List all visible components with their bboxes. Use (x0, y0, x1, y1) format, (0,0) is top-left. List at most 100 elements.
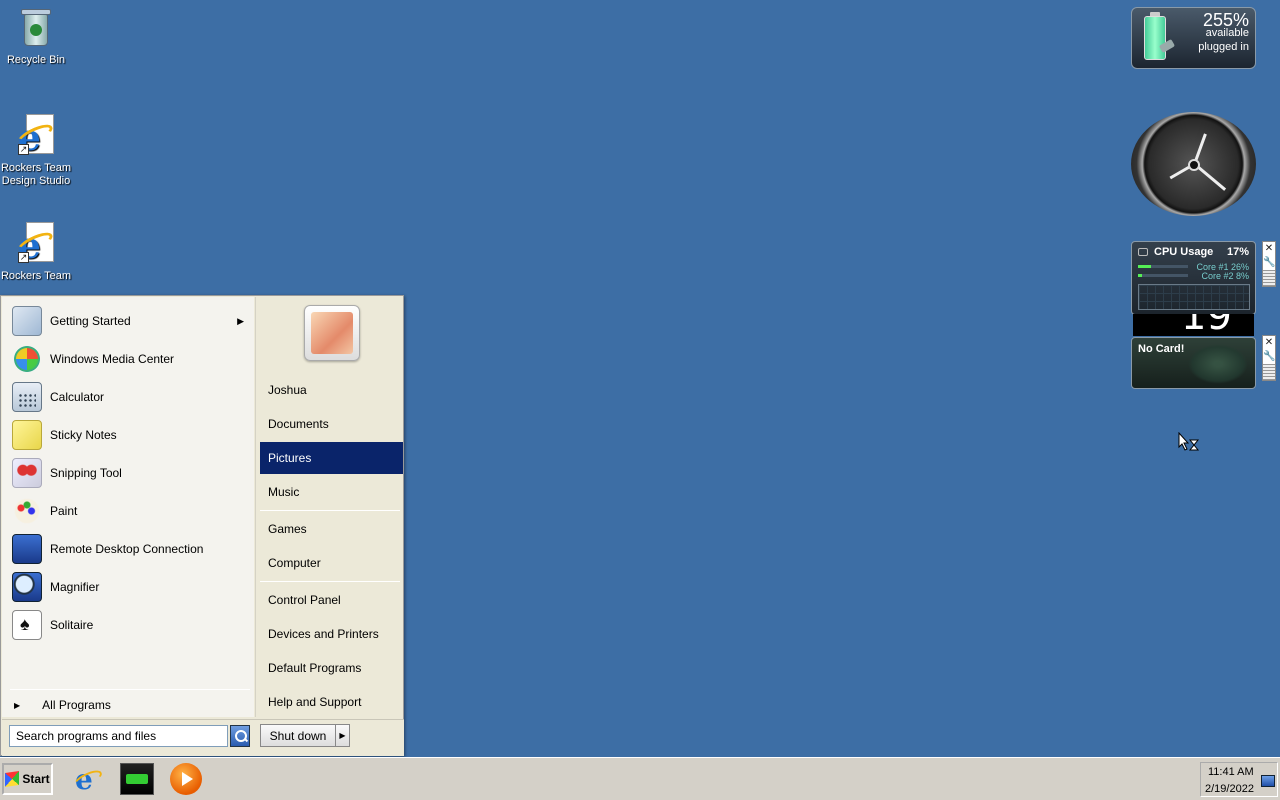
taskbar-internet-explorer[interactable]: e (71, 763, 105, 796)
remote-desktop-icon (12, 534, 42, 564)
start-menu-footer: Search programs and files Shut down ▶ (2, 719, 404, 756)
digit-gadget[interactable]: 19 (1133, 314, 1254, 336)
divider (260, 510, 400, 511)
cpu-title: CPU Usage (1154, 246, 1214, 258)
desktop-icon-label: Rockers Team (0, 270, 72, 282)
gpu-logo-icon (1188, 344, 1248, 384)
place-default-programs[interactable]: Default Programs (260, 652, 403, 684)
sticky-notes-icon (12, 420, 42, 450)
shutdown-button[interactable]: Shut down (260, 724, 336, 747)
gpu-status: No Card! (1138, 343, 1185, 355)
gpu-gadget[interactable]: No Card! (1131, 337, 1256, 389)
program-label: Magnifier (50, 580, 100, 594)
program-label: Calculator (50, 390, 105, 404)
taskbar: Start e 11:41 AM 2/19/2022 (0, 757, 1280, 800)
search-icon[interactable] (230, 725, 250, 747)
desktop-icon-rockers-team-design-studio[interactable]: e ↗ Rockers Team Design Studio (0, 114, 72, 188)
core2-usage: Core #2 8% (1201, 271, 1249, 281)
all-programs-label: All Programs (42, 698, 111, 712)
program-sticky-notes[interactable]: Sticky Notes (2, 416, 254, 454)
drag-handle[interactable] (1263, 364, 1275, 380)
core2-bar (1138, 274, 1188, 277)
program-solitaire[interactable]: Solitaire (2, 606, 254, 644)
cpu-usage-gadget[interactable]: CPU Usage 17% Core #1 26% Core #2 8% (1131, 241, 1256, 315)
desktop-icon-label: Recycle Bin (6, 54, 66, 66)
snipping-tool-icon (12, 458, 42, 488)
magnifier-icon (12, 572, 42, 602)
places-pane: Joshua Documents Pictures Music Games Co… (255, 297, 403, 717)
desktop-icon-rockers-team[interactable]: e ↗ Rockers Team (0, 222, 72, 283)
calculator-icon (12, 382, 42, 412)
divider (260, 581, 400, 582)
close-icon[interactable]: ✕ (1263, 336, 1275, 350)
place-user-folder[interactable]: Joshua (260, 374, 403, 406)
system-tray[interactable]: 11:41 AM 2/19/2022 (1200, 762, 1278, 797)
start-label: Start (22, 772, 50, 786)
place-music[interactable]: Music (260, 476, 403, 508)
battery-gadget[interactable]: 255% available plugged in (1131, 7, 1256, 69)
battery-available-label: available (1205, 27, 1249, 39)
clock-gadget[interactable] (1131, 112, 1256, 216)
program-label: Snipping Tool (50, 466, 122, 480)
place-games[interactable]: Games (260, 513, 403, 545)
start-menu: Getting Started ▶ Windows Media Center C… (0, 295, 404, 756)
battery-icon (1144, 16, 1166, 60)
gpu-gadget-controls: ✕ 🔧 (1262, 335, 1276, 381)
clock-hub (1188, 159, 1200, 171)
tray-time: 11:41 AM (1208, 766, 1254, 778)
program-label: Windows Media Center (50, 352, 175, 366)
solitaire-icon (12, 610, 42, 640)
network-icon[interactable] (1261, 775, 1275, 787)
cpu-chip-icon (1138, 248, 1148, 256)
digit-text: 19 (1181, 314, 1232, 336)
user-avatar[interactable] (304, 305, 360, 361)
program-snipping-tool[interactable]: Snipping Tool (2, 454, 254, 492)
windows-media-center-icon (12, 344, 42, 374)
paint-icon (12, 496, 42, 526)
place-control-panel[interactable]: Control Panel (260, 584, 403, 616)
recycle-bin-icon (16, 6, 56, 50)
program-calculator[interactable]: Calculator (2, 378, 254, 416)
desktop-icon-label: Rockers Team Design Studio (0, 162, 72, 187)
divider (10, 689, 250, 690)
taskbar-media-player-icon[interactable] (170, 763, 202, 795)
program-remote-desktop[interactable]: Remote Desktop Connection (2, 530, 254, 568)
place-devices-and-printers[interactable]: Devices and Printers (260, 618, 403, 650)
program-label: Solitaire (50, 618, 94, 632)
programs-pane: Getting Started ▶ Windows Media Center C… (2, 297, 254, 717)
program-getting-started[interactable]: Getting Started ▶ (2, 302, 254, 340)
program-label: Getting Started (50, 314, 131, 328)
drag-handle[interactable] (1263, 270, 1275, 286)
core1-bar (1138, 265, 1188, 268)
close-icon[interactable]: ✕ (1263, 242, 1275, 256)
getting-started-icon (12, 306, 42, 336)
place-pictures[interactable]: Pictures (260, 442, 403, 474)
all-programs-arrow-icon: ▶ (14, 700, 21, 710)
all-programs-button[interactable]: ▶ All Programs (2, 694, 254, 716)
windows-logo-icon (5, 771, 20, 787)
program-paint[interactable]: Paint (2, 492, 254, 530)
taskbar-gpu-app-icon[interactable] (120, 763, 154, 795)
cpu-graph (1138, 284, 1250, 310)
program-label: Sticky Notes (50, 428, 117, 442)
program-windows-media-center[interactable]: Windows Media Center (2, 340, 254, 378)
submenu-arrow-icon: ▶ (237, 315, 244, 326)
start-button[interactable]: Start (2, 763, 53, 795)
shutdown-options-arrow-icon[interactable]: ▶ (336, 724, 350, 747)
cpu-total: 17% (1226, 246, 1249, 258)
desktop-icon-recycle-bin[interactable]: Recycle Bin (0, 6, 72, 67)
wrench-icon[interactable]: 🔧 (1263, 350, 1275, 364)
internet-explorer-icon: e ↗ (14, 114, 56, 158)
battery-status: plugged in (1198, 41, 1249, 53)
program-label: Remote Desktop Connection (50, 542, 204, 556)
program-label: Paint (50, 504, 78, 518)
internet-explorer-icon: e ↗ (14, 222, 56, 266)
place-documents[interactable]: Documents (260, 408, 403, 440)
busy-cursor-icon (1178, 432, 1200, 451)
program-magnifier[interactable]: Magnifier (2, 568, 254, 606)
wrench-icon[interactable]: 🔧 (1263, 256, 1275, 270)
place-help-and-support[interactable]: Help and Support (260, 686, 403, 718)
search-input[interactable]: Search programs and files (9, 725, 228, 747)
cpu-gadget-controls: ✕ 🔧 (1262, 241, 1276, 287)
place-computer[interactable]: Computer (260, 547, 403, 579)
